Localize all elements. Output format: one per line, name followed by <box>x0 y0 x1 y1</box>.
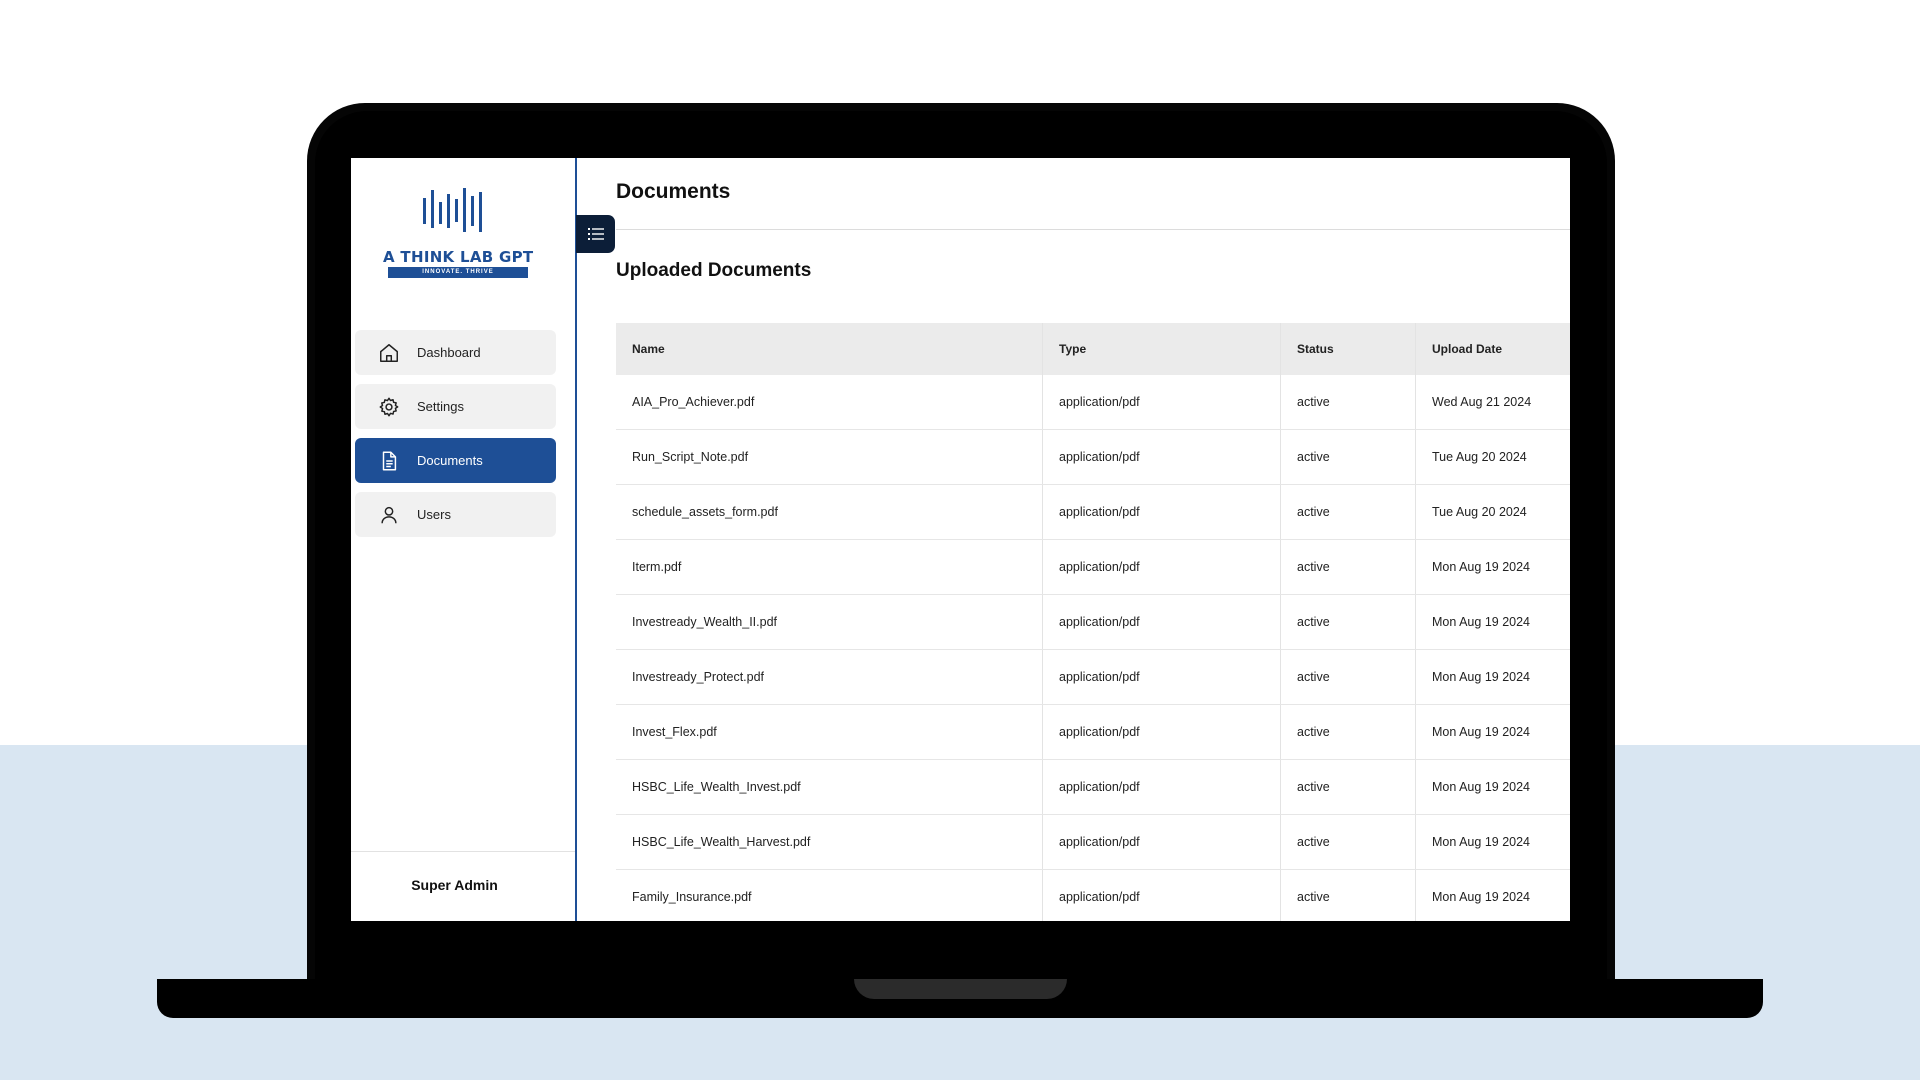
cell-upload-date: Mon Aug 19 2024 <box>1415 869 1570 921</box>
table-row[interactable]: AIA_Pro_Achiever.pdf application/pdf act… <box>616 375 1570 430</box>
table-row[interactable]: HSBC_Life_Wealth_Invest.pdf application/… <box>616 759 1570 815</box>
table-header-row: Name Type Status Upload Date <box>616 323 1570 375</box>
cell-name: schedule_assets_form.pdf <box>616 484 1043 540</box>
app-screen: A THINK LAB GPT INNOVATE. THRIVE Dashboa… <box>351 158 1570 921</box>
cell-status: active <box>1280 759 1416 815</box>
cell-status: active <box>1280 429 1416 485</box>
cell-status: active <box>1280 814 1416 870</box>
cell-type: application/pdf <box>1042 594 1281 650</box>
cell-upload-date: Tue Aug 20 2024 <box>1415 429 1570 485</box>
table-row[interactable]: Investready_Protect.pdf application/pdf … <box>616 649 1570 705</box>
cell-type: application/pdf <box>1042 704 1281 760</box>
column-header-name[interactable]: Name <box>616 323 1043 375</box>
table-row[interactable]: schedule_assets_form.pdf application/pdf… <box>616 484 1570 540</box>
table-row[interactable]: Run_Script_Note.pdf application/pdf acti… <box>616 429 1570 485</box>
cell-name: AIA_Pro_Achiever.pdf <box>616 375 1043 430</box>
table-row[interactable]: HSBC_Life_Wealth_Harvest.pdf application… <box>616 814 1570 870</box>
laptop-notch <box>854 979 1067 999</box>
table-row[interactable]: Iterm.pdf application/pdf active Mon Aug… <box>616 539 1570 595</box>
sidebar-item-documents[interactable]: Documents <box>355 438 556 483</box>
sidebar-item-label: Settings <box>417 399 464 414</box>
cell-type: application/pdf <box>1042 375 1281 430</box>
column-header-type[interactable]: Type <box>1042 323 1281 375</box>
user-role[interactable]: Super Admin <box>351 877 558 893</box>
cell-upload-date: Mon Aug 19 2024 <box>1415 594 1570 650</box>
sidebar-item-settings[interactable]: Settings <box>355 384 556 429</box>
cell-status: active <box>1280 649 1416 705</box>
sidebar-item-label: Users <box>417 507 451 522</box>
cell-upload-date: Mon Aug 19 2024 <box>1415 704 1570 760</box>
brand-logo: A THINK LAB GPT INNOVATE. THRIVE <box>383 186 533 286</box>
cell-name: Run_Script_Note.pdf <box>616 429 1043 485</box>
divider <box>616 229 1570 230</box>
documents-table: Name Type Status Upload Date AIA_Pro_Ach… <box>616 323 1570 921</box>
cell-status: active <box>1280 594 1416 650</box>
cell-type: application/pdf <box>1042 539 1281 595</box>
cell-type: application/pdf <box>1042 814 1281 870</box>
sidebar-footer: Super Admin <box>351 851 575 921</box>
cell-upload-date: Mon Aug 19 2024 <box>1415 649 1570 705</box>
sidebar-item-dashboard[interactable]: Dashboard <box>355 330 556 375</box>
cell-name: Iterm.pdf <box>616 539 1043 595</box>
cell-name: HSBC_Life_Wealth_Harvest.pdf <box>616 814 1043 870</box>
table-row[interactable]: Family_Insurance.pdf application/pdf act… <box>616 869 1570 921</box>
sidebar: A THINK LAB GPT INNOVATE. THRIVE Dashboa… <box>351 158 577 921</box>
gear-icon <box>377 395 401 419</box>
column-header-upload-date[interactable]: Upload Date <box>1415 323 1570 375</box>
brand-name: A THINK LAB GPT <box>383 248 534 266</box>
cell-upload-date: Tue Aug 20 2024 <box>1415 484 1570 540</box>
cell-status: active <box>1280 375 1416 430</box>
cell-type: application/pdf <box>1042 649 1281 705</box>
brand-tagline: INNOVATE. THRIVE <box>388 267 528 278</box>
cell-name: Family_Insurance.pdf <box>616 869 1043 921</box>
section-title: Uploaded Documents <box>616 260 812 281</box>
table-row[interactable]: Investready_Wealth_II.pdf application/pd… <box>616 594 1570 650</box>
cell-name: Investready_Protect.pdf <box>616 649 1043 705</box>
sidebar-item-label: Documents <box>417 453 483 468</box>
sidebar-item-users[interactable]: Users <box>355 492 556 537</box>
cell-status: active <box>1280 869 1416 921</box>
cell-type: application/pdf <box>1042 484 1281 540</box>
cell-upload-date: Mon Aug 19 2024 <box>1415 759 1570 815</box>
cell-name: Invest_Flex.pdf <box>616 704 1043 760</box>
cell-upload-date: Mon Aug 19 2024 <box>1415 814 1570 870</box>
cell-type: application/pdf <box>1042 759 1281 815</box>
cell-status: active <box>1280 539 1416 595</box>
user-icon <box>377 503 401 527</box>
main-content: Documents Uploaded Documents Name Type S… <box>577 158 1570 921</box>
sidebar-item-label: Dashboard <box>417 345 481 360</box>
cell-name: HSBC_Life_Wealth_Invest.pdf <box>616 759 1043 815</box>
cell-type: application/pdf <box>1042 429 1281 485</box>
document-icon <box>377 449 401 473</box>
cell-upload-date: Mon Aug 19 2024 <box>1415 539 1570 595</box>
cell-status: active <box>1280 484 1416 540</box>
column-header-status[interactable]: Status <box>1280 323 1416 375</box>
soundwave-logo-icon <box>423 188 482 232</box>
home-icon <box>377 341 401 365</box>
page-title: Documents <box>616 180 731 203</box>
cell-status: active <box>1280 704 1416 760</box>
table-row[interactable]: Invest_Flex.pdf application/pdf active M… <box>616 704 1570 760</box>
cell-type: application/pdf <box>1042 869 1281 921</box>
cell-name: Investready_Wealth_II.pdf <box>616 594 1043 650</box>
cell-upload-date: Wed Aug 21 2024 <box>1415 375 1570 430</box>
